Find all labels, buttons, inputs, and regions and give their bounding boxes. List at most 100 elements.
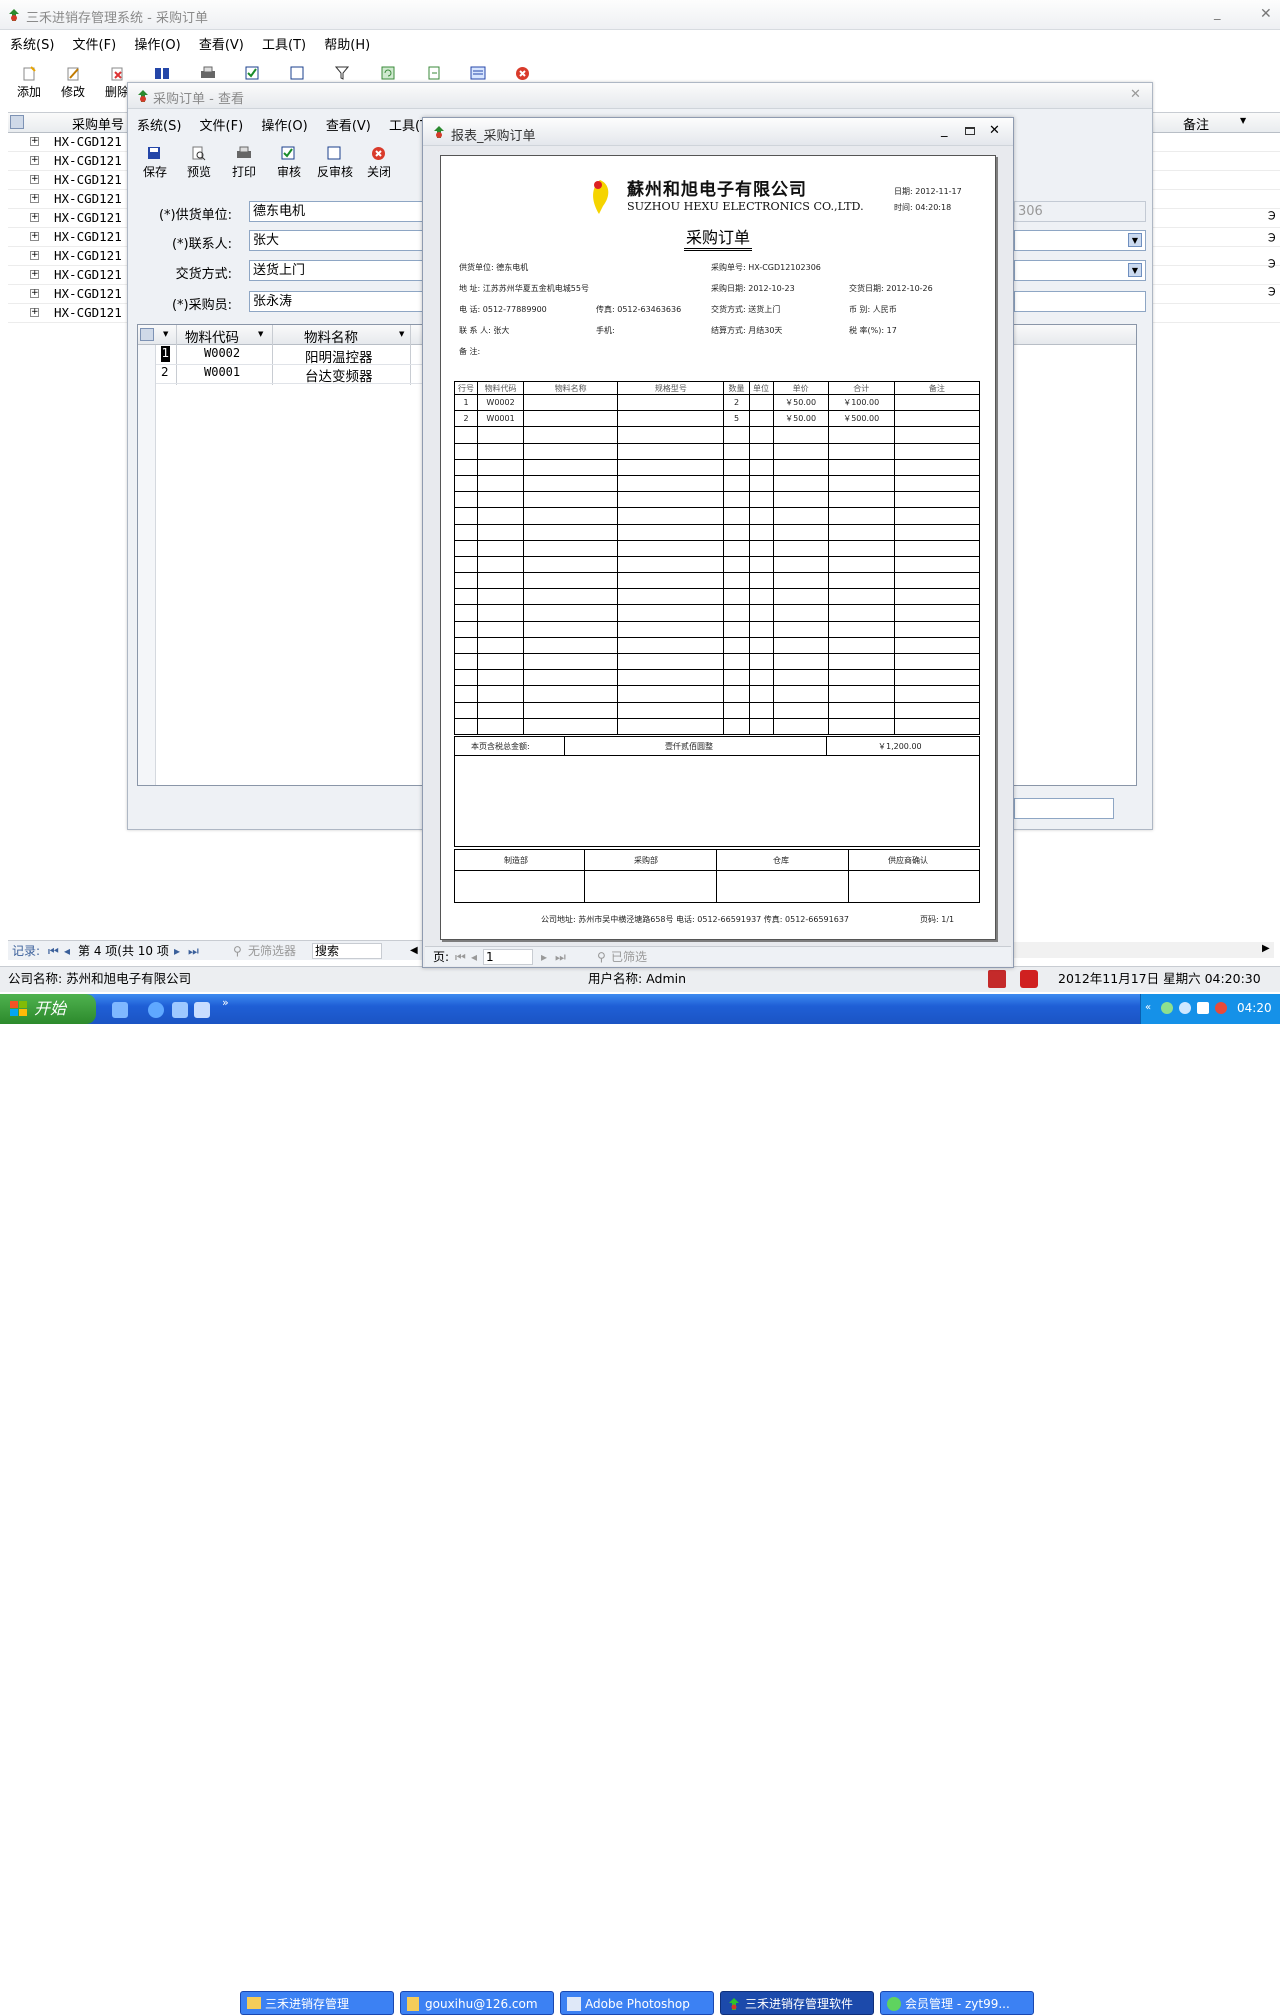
first-record-button[interactable]: ⏮ [48, 941, 59, 961]
expand-row-icon[interactable]: + [30, 213, 39, 222]
currency-dropdown-icon[interactable]: ▼ [1128, 263, 1142, 277]
expand-row-icon[interactable]: + [30, 137, 39, 146]
menu-tools[interactable]: 工具(T) [262, 34, 306, 53]
task-sanhe[interactable]: 三禾进销存管理 [240, 1991, 394, 2015]
expand-row-icon[interactable]: + [30, 156, 39, 165]
prev-record-button[interactable]: ◂ [64, 941, 70, 961]
close-button[interactable]: 关闭 [364, 146, 394, 180]
approve-button[interactable]: 审核 [274, 146, 304, 180]
windows-logo-icon [10, 1001, 28, 1017]
menu-view[interactable]: 查看(V) [199, 34, 244, 53]
last-record-button[interactable]: ⏭ [188, 941, 199, 961]
col-name-sort-icon[interactable]: ▼ [399, 330, 404, 338]
report-next-button[interactable]: ▸ [541, 947, 547, 967]
search-box[interactable]: 搜索 [312, 943, 382, 959]
print-button[interactable]: 打印 [229, 146, 259, 180]
refresh-icon[interactable] [381, 66, 395, 80]
task-email[interactable]: gouxihu@126.com [400, 1991, 554, 2015]
view-close-icon[interactable]: ✕ [1130, 87, 1141, 102]
no-filter-label[interactable]: 无筛选器 [248, 941, 296, 961]
menu-operate[interactable]: 操作(O) [134, 34, 180, 53]
expand-row-icon[interactable]: + [30, 270, 39, 279]
detail-select-all[interactable] [140, 328, 154, 341]
scroll-left-icon[interactable]: ◀ [410, 941, 418, 961]
table-row[interactable]: 2 W0001 台达变频器 [138, 365, 428, 385]
quicklaunch-explorer-icon[interactable] [194, 1002, 210, 1018]
close-icon[interactable]: ✕ [1260, 6, 1272, 22]
quicklaunch-ie-icon[interactable] [148, 1002, 164, 1018]
quicklaunch-icon[interactable] [112, 1002, 128, 1018]
col-remark[interactable]: 备注 [1183, 114, 1209, 133]
task-member[interactable]: 会员管理 - zyt99... [880, 1991, 1034, 2015]
cell [523, 701, 619, 719]
expand-row-icon[interactable]: + [30, 232, 39, 241]
expand-row-icon[interactable]: + [30, 175, 39, 184]
book-icon[interactable] [154, 66, 170, 80]
quicklaunch-media-icon[interactable] [172, 1002, 188, 1018]
expand-row-icon[interactable]: + [30, 308, 39, 317]
table-row[interactable]: 1 W0002 阳明温控器 [138, 346, 428, 366]
remark-dropdown-icon[interactable]: ▼ [1240, 116, 1246, 125]
report-last-button[interactable]: ⏭ [555, 947, 566, 967]
sign-purchasing: 采购部 [634, 856, 658, 865]
menu-system[interactable]: 系统(S) [10, 34, 54, 53]
expand-row-icon[interactable]: + [30, 289, 39, 298]
add-button[interactable]: 添加 [14, 66, 44, 100]
minimize-icon[interactable]: _ [1214, 6, 1221, 21]
status-company: 公司名称: 苏州和旭电子有限公司 [8, 971, 192, 986]
view-menu-file[interactable]: 文件(F) [200, 115, 244, 134]
col-code-sort-icon[interactable]: ▼ [258, 330, 263, 338]
next-record-button[interactable]: ▸ [174, 941, 180, 961]
task-photoshop[interactable]: Adobe Photoshop [560, 1991, 714, 2015]
report-minimize-icon[interactable]: _ [941, 123, 948, 138]
expand-row-icon[interactable]: + [30, 194, 39, 203]
page-input[interactable]: 1 [483, 949, 533, 965]
menu-file[interactable]: 文件(F) [73, 34, 117, 53]
report-first-button[interactable]: ⏮ [455, 947, 466, 967]
col-material-name[interactable]: 物料名称 [304, 326, 358, 346]
report-prev-button[interactable]: ◂ [471, 947, 477, 967]
unapprove-button[interactable]: 反审核 [314, 146, 356, 180]
cell [748, 669, 774, 687]
filter-icon[interactable] [335, 66, 349, 80]
view-menu-view[interactable]: 查看(V) [326, 115, 371, 134]
tray-arrow-icon[interactable]: « [1145, 1002, 1151, 1013]
quicklaunch-more-icon[interactable]: » [222, 996, 229, 1009]
checkbox-icon[interactable] [290, 66, 304, 80]
report-maximize-icon[interactable] [965, 127, 975, 135]
cell [617, 507, 725, 525]
expand-row-icon[interactable]: + [30, 251, 39, 260]
detail-row-dropdown-icon[interactable]: ▼ [163, 330, 168, 338]
preview-button[interactable]: 预览 [184, 146, 214, 180]
edit-button[interactable]: 修改 [58, 66, 88, 100]
exit-icon[interactable] [515, 66, 530, 81]
col-order-no[interactable]: 采购单号 [72, 114, 124, 133]
select-all-corner[interactable] [10, 115, 24, 129]
col-material-code[interactable]: 物料代码 [185, 326, 239, 346]
main-hscrollbar[interactable] [1012, 942, 1274, 958]
table-row [453, 507, 981, 525]
check-icon[interactable] [245, 66, 259, 80]
report-close-icon[interactable]: ✕ [989, 123, 1000, 138]
scroll-right-icon[interactable]: ▶ [1262, 943, 1270, 954]
filtered-label[interactable]: 已筛选 [611, 947, 647, 967]
cell [748, 426, 774, 444]
view-menu-operate[interactable]: 操作(O) [261, 115, 307, 134]
printer-icon[interactable] [200, 66, 216, 80]
calculator-icon[interactable] [470, 66, 486, 80]
tray-clock[interactable]: 04:20 [1237, 1001, 1272, 1015]
total-field[interactable] [1014, 798, 1114, 819]
order-no-field[interactable]: 306 [1014, 201, 1146, 222]
export-icon[interactable] [427, 66, 441, 80]
order-date-dropdown-icon[interactable]: ▼ [1128, 233, 1142, 247]
menu-help[interactable]: 帮助(H) [324, 34, 370, 53]
start-button[interactable]: 开始 [0, 994, 96, 1024]
cell [523, 636, 619, 655]
save-button[interactable]: 保存 [140, 146, 170, 180]
record-position[interactable]: 第 4 项(共 10 项 [78, 941, 169, 961]
currency-field[interactable] [1014, 260, 1146, 281]
task-sanhe-software[interactable]: 三禾进销存管理软件 [720, 1991, 874, 2015]
remark-field[interactable] [1014, 291, 1146, 312]
order-date-field[interactable] [1014, 230, 1146, 251]
view-menu-system[interactable]: 系统(S) [137, 115, 181, 134]
